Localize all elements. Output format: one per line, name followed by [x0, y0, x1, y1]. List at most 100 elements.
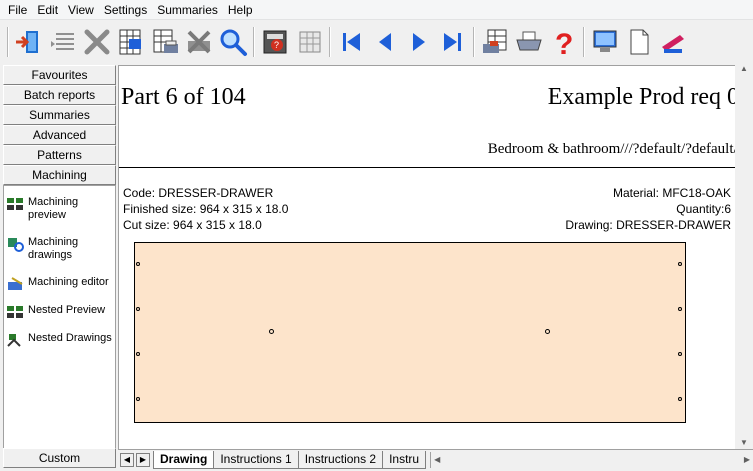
menu-settings[interactable]: Settings — [99, 0, 152, 20]
hole-marker — [678, 352, 682, 356]
drawing-name: Drawing: DRESSER-DRAWER — [565, 218, 731, 232]
sidebar-tab-custom[interactable]: Custom — [3, 448, 116, 468]
part-info-right: Material: MFC18-OAK Quantity:6 Drawing: … — [565, 185, 731, 233]
horizontal-scrollbar[interactable]: ◀ ▶ — [430, 451, 753, 468]
new-document-button[interactable] — [622, 24, 656, 60]
batch-grid-icon — [119, 29, 141, 55]
room-path: Bedroom & bathroom///?default/?default/?… — [487, 141, 751, 157]
last-record-button[interactable] — [436, 24, 470, 60]
menu-summaries[interactable]: Summaries — [152, 0, 223, 20]
next-record-button[interactable] — [402, 24, 436, 60]
toolbar-separator — [7, 27, 9, 57]
scroll-right-icon[interactable]: ▶ — [744, 455, 750, 464]
sidebar-item-machining-editor[interactable]: Machining editor — [4, 272, 115, 300]
sidebar-tab-patterns[interactable]: Patterns — [3, 145, 116, 165]
cut-size: Cut size: 964 x 315 x 18.0 — [123, 218, 262, 232]
toolbar-separator — [329, 27, 331, 57]
cancel-print-button[interactable] — [182, 24, 216, 60]
hole-marker — [678, 262, 682, 266]
sidebar-item-nested-drawings[interactable]: Nested Drawings — [4, 328, 115, 356]
report-view: Part 6 of 104 Example Prod req 03 Bedroo… — [118, 65, 753, 449]
tab-instructions-1[interactable]: Instructions 1 — [213, 450, 299, 469]
table-button[interactable] — [292, 24, 326, 60]
sidebar-tab-favourites[interactable]: Favourites — [3, 65, 116, 85]
previous-record-icon — [379, 33, 391, 51]
exit-button[interactable] — [12, 24, 46, 60]
printer-icon — [516, 31, 542, 51]
scroll-left-icon[interactable]: ◀ — [434, 455, 440, 464]
first-record-icon — [343, 33, 360, 51]
sidebar-tab-advanced[interactable]: Advanced — [3, 125, 116, 145]
sidebar-tab-machining[interactable]: Machining — [3, 165, 116, 185]
hole-marker — [136, 352, 140, 356]
next-record-icon — [413, 33, 425, 51]
part-info-left: Code: DRESSER-DRAWER Finished size: 964 … — [123, 185, 288, 233]
last-record-icon — [444, 33, 461, 51]
sheet-tab-bar: ◀ ▶ Drawing Instructions 1 Instructions … — [118, 449, 753, 469]
list-icon — [51, 33, 74, 50]
machining-preview-icon — [7, 198, 23, 210]
toolbar-separator — [253, 27, 255, 57]
delete-button[interactable] — [80, 24, 114, 60]
material: Material: MFC18-OAK — [612, 186, 731, 200]
print-preview-button[interactable] — [478, 24, 512, 60]
table-icon — [299, 31, 321, 53]
cancel-print-icon — [187, 30, 211, 54]
search-icon — [220, 29, 247, 56]
computer-button[interactable] — [588, 24, 622, 60]
machining-editor-icon — [8, 277, 23, 290]
tab-scroll-right-icon[interactable]: ▶ — [136, 452, 150, 467]
exit-icon — [16, 31, 38, 53]
sidebar-item-nested-preview[interactable]: Nested Preview — [4, 300, 115, 328]
batch-grid-button[interactable] — [114, 24, 148, 60]
tab-instructions-2[interactable]: Instructions 2 — [297, 450, 384, 469]
machining-drawings-icon — [8, 238, 24, 252]
previous-record-button[interactable] — [368, 24, 402, 60]
hole-marker — [678, 397, 682, 401]
printer-button[interactable] — [512, 24, 546, 60]
vertical-scrollbar[interactable]: ▲ ▼ — [735, 64, 753, 449]
computer-icon — [593, 30, 617, 52]
menu-edit[interactable]: Edit — [32, 0, 63, 20]
svg-text:?: ? — [274, 40, 279, 50]
scroll-up-icon[interactable]: ▲ — [740, 64, 748, 73]
product-title: Example Prod req 03 — [547, 84, 751, 110]
nested-preview-icon — [7, 306, 23, 318]
menu-bar: File Edit View Settings Summaries Help — [0, 0, 753, 20]
tab-instructions-3[interactable]: Instru — [382, 450, 427, 469]
calculator-button[interactable]: ? — [258, 24, 292, 60]
sidebar-item-machining-drawings[interactable]: Machining drawings — [4, 232, 115, 272]
hole-marker — [545, 329, 550, 334]
delete-icon — [84, 29, 110, 55]
help-button[interactable]: ? — [546, 24, 580, 60]
sidebar-item-label: Machining preview — [28, 196, 79, 221]
grid-print-button[interactable] — [148, 24, 182, 60]
hole-marker — [136, 262, 140, 266]
toolbar: ? ? — [0, 21, 753, 63]
tab-drawing[interactable]: Drawing — [153, 450, 215, 469]
search-button[interactable] — [216, 24, 250, 60]
divider — [119, 167, 753, 168]
scroll-down-icon[interactable]: ▼ — [740, 438, 748, 447]
sidebar: Favourites Batch reports Summaries Advan… — [3, 65, 116, 468]
sidebar-item-label: Machining drawings — [28, 236, 79, 261]
sidebar-tab-summaries[interactable]: Summaries — [3, 105, 116, 125]
nested-drawings-icon — [7, 334, 21, 347]
hole-marker — [136, 397, 140, 401]
first-record-button[interactable] — [334, 24, 368, 60]
sidebar-item-label: Machining editor — [28, 276, 109, 288]
sidebar-tab-batch-reports[interactable]: Batch reports — [3, 85, 116, 105]
tab-scroll-left-icon[interactable]: ◀ — [120, 452, 134, 467]
quantity: Quantity:6 — [676, 202, 731, 216]
arrow-icon — [662, 35, 684, 53]
menu-help[interactable]: Help — [223, 0, 258, 20]
sidebar-item-machining-preview[interactable]: Machining preview — [4, 192, 115, 232]
toolbar-separator — [583, 27, 585, 57]
print-preview-icon — [483, 29, 507, 53]
menu-view[interactable]: View — [63, 0, 99, 20]
hole-marker — [678, 307, 682, 311]
arrow-button[interactable] — [656, 24, 690, 60]
menu-file[interactable]: File — [0, 0, 32, 20]
part-counter: Part 6 of 104 — [121, 84, 246, 110]
list-button[interactable] — [46, 24, 80, 60]
